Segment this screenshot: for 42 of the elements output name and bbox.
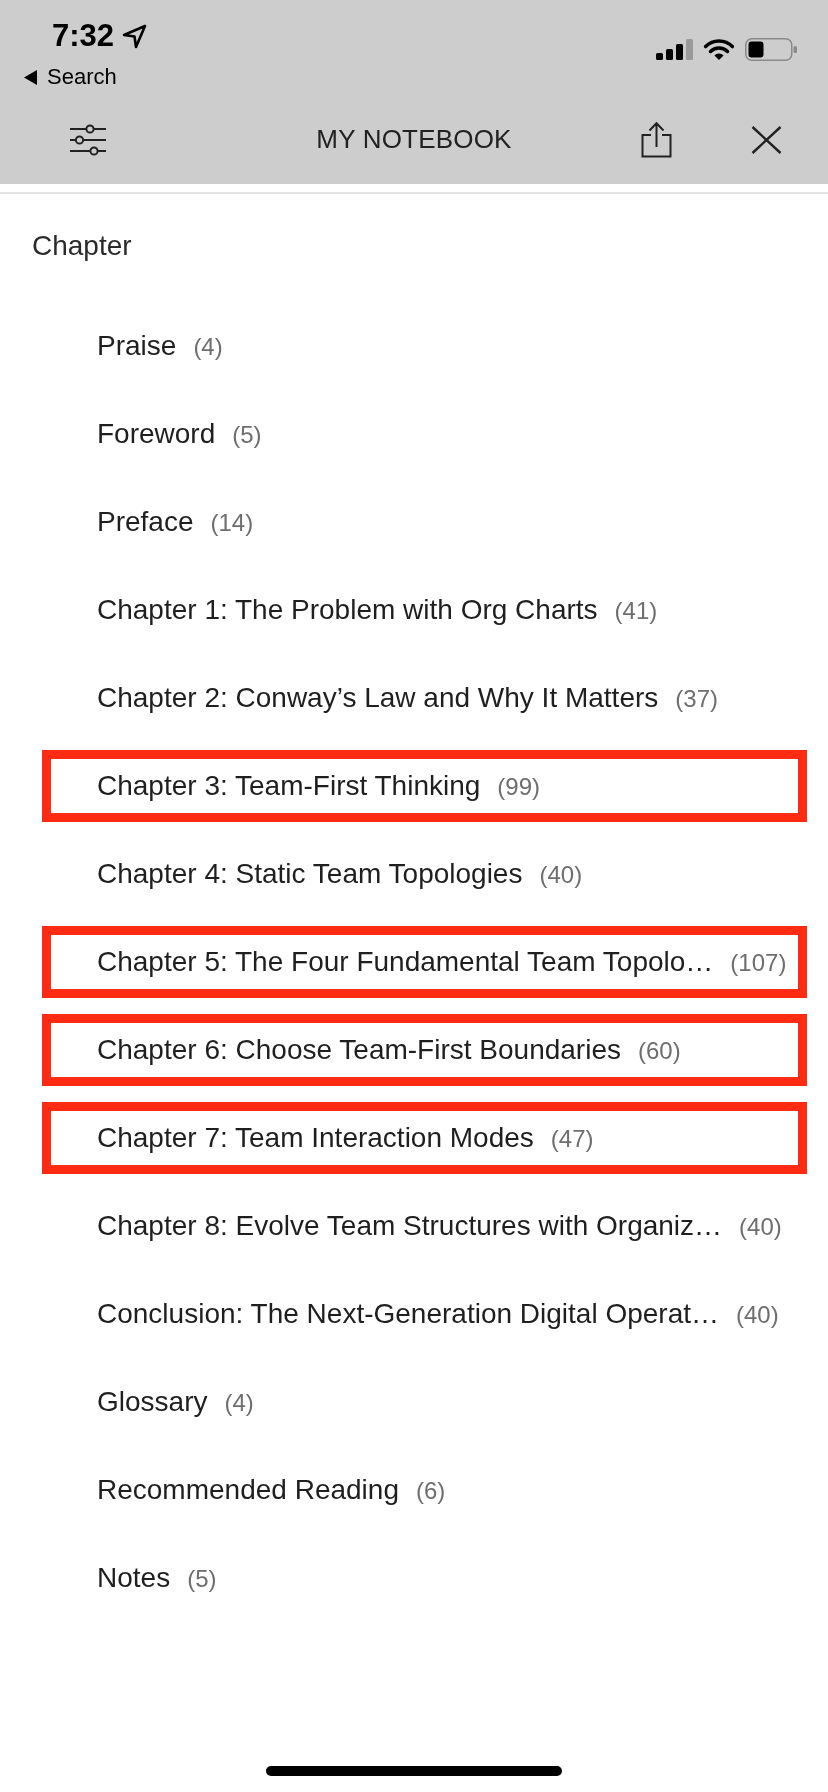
chapter-link[interactable]: Chapter 8: Evolve Team Structures with Organiz… [97, 1210, 723, 1242]
chapter-link[interactable]: Chapter 2: Conway’s Law and Why It Matters [97, 682, 659, 714]
filter-sliders-icon[interactable] [70, 123, 106, 156]
chapter-link[interactable]: Praise [97, 330, 177, 362]
note-count: (47) [550, 1125, 594, 1153]
chapter-link[interactable]: Chapter 3: Team-First Thinking [97, 770, 481, 802]
battery-icon [745, 38, 797, 61]
signal-icon [656, 39, 693, 60]
wifi-icon [703, 38, 735, 61]
note-count: (6) [415, 1477, 446, 1505]
section-heading: Chapter [32, 229, 132, 263]
status-time: 7:32 [52, 17, 115, 55]
note-count: (60) [637, 1037, 681, 1065]
chapter-link[interactable]: Chapter 1: The Problem with Org Charts [97, 594, 598, 626]
note-count: (41) [614, 597, 658, 625]
note-count: (4) [224, 1389, 254, 1417]
note-count: (4) [193, 333, 223, 361]
chapter-link[interactable]: Preface [97, 506, 194, 538]
note-count: (40) [539, 861, 583, 889]
back-arrow-icon [24, 69, 37, 85]
chapter-link[interactable]: Notes [97, 1562, 171, 1594]
note-count: (37) [675, 685, 718, 713]
chapter-link[interactable]: Glossary [97, 1386, 208, 1418]
note-count: (5) [232, 421, 262, 449]
notebook-title: MY NOTEBOOK [316, 124, 512, 155]
chapter-link[interactable]: Chapter 6: Choose Team-First Boundaries [97, 1034, 621, 1066]
note-count: (99) [497, 773, 541, 801]
close-icon[interactable] [751, 125, 782, 154]
chapter-link[interactable]: Chapter 4: Static Team Topologies [97, 858, 523, 890]
chapter-link[interactable]: Chapter 7: Team Interaction Modes [97, 1122, 534, 1154]
back-button[interactable]: Search [24, 63, 148, 91]
chapter-link[interactable]: Recommended Reading [97, 1474, 399, 1506]
note-count: (40) [736, 1301, 779, 1329]
share-icon[interactable] [641, 121, 672, 158]
chapter-link[interactable]: Foreword [97, 418, 216, 450]
chapter-link[interactable]: Chapter 5: The Four Fundamental Team Topolo… [97, 946, 714, 978]
note-count: (14) [210, 509, 254, 537]
note-count: (5) [187, 1565, 217, 1593]
note-count: (40) [739, 1213, 782, 1241]
note-count: (107) [730, 949, 787, 977]
location-arrow-icon [122, 23, 148, 49]
chapter-link[interactable]: Conclusion: The Next-Generation Digital Operat… [97, 1298, 719, 1330]
